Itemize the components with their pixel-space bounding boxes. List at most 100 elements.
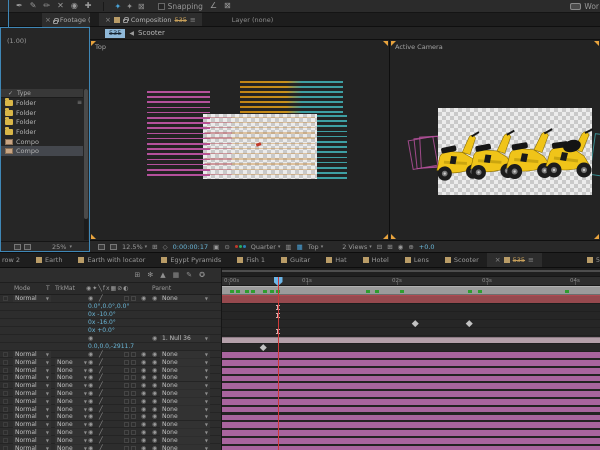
exposure-icon[interactable]: ⊕ <box>408 243 413 251</box>
layer-row[interactable]: Normal▼None▼◉╱◉◉None▼ <box>0 413 221 421</box>
mode-dropdown[interactable]: Normal▼ <box>13 437 51 444</box>
view-axis-mode[interactable]: ⊠ <box>138 2 145 11</box>
keyframe-mark[interactable] <box>263 290 267 293</box>
angle-snap-icon[interactable]: ∠ <box>210 0 217 12</box>
parent-dropdown[interactable]: None▼ <box>160 413 210 420</box>
switch-box[interactable] <box>131 446 136 450</box>
parent-pick-whip-icon[interactable]: ◉ <box>152 390 157 397</box>
parent-pick-whip-icon[interactable]: ◉ <box>152 398 157 405</box>
tab-earth-with-locator[interactable]: Earth with locator <box>70 253 153 267</box>
eraser-tool-icon[interactable]: ✕ <box>57 0 64 12</box>
switch-box[interactable] <box>124 375 129 380</box>
workspace-switcher[interactable]: Wor <box>570 2 600 11</box>
project-item[interactable]: Folder <box>1 108 83 118</box>
switch-box[interactable] <box>131 368 136 373</box>
switch-box[interactable] <box>124 296 129 301</box>
parent-pick-whip-icon[interactable]: ◉ <box>152 382 157 389</box>
tab-partial-right[interactable]: 5 <box>579 253 600 267</box>
keyframe-mark[interactable] <box>565 290 569 293</box>
parent-dropdown[interactable]: None▼ <box>160 295 210 302</box>
scrollbar-thumb[interactable] <box>84 89 88 219</box>
preview-icon[interactable] <box>24 244 31 250</box>
layer-row[interactable]: Normal▼None▼◉╱◉◉None▼ <box>0 397 221 405</box>
tab-layer[interactable]: Layer (none) <box>222 13 283 26</box>
keyframe-mark[interactable] <box>251 290 255 293</box>
trkmat-dropdown[interactable]: None▼ <box>55 359 89 366</box>
mode-dropdown[interactable]: Normal▼ <box>13 429 51 436</box>
layer-row[interactable]: Normal▼None▼◉╱◉◉None▼ <box>0 382 221 390</box>
property-row[interactable]: 0x -10.0° <box>0 311 221 319</box>
quality-icon[interactable]: ╱ <box>99 406 103 413</box>
quality-icon[interactable]: ╱ <box>99 445 103 450</box>
project-item[interactable]: Compo <box>1 146 83 156</box>
keyframe-mark[interactable] <box>375 290 379 293</box>
pick-whip-icon[interactable]: ◉ <box>141 351 146 358</box>
trkmat-dropdown[interactable]: None▼ <box>55 406 89 413</box>
footage-zoom-value[interactable]: 25% <box>52 243 66 251</box>
grid-icon[interactable]: ⊞ <box>152 243 157 251</box>
magnification-icon[interactable] <box>110 244 117 250</box>
panel-menu-icon[interactable]: ≡ <box>528 256 534 264</box>
switch-box[interactable] <box>124 352 129 357</box>
switch-box[interactable] <box>124 391 129 396</box>
eye-icon[interactable]: ◉ <box>88 295 93 302</box>
eye-icon[interactable]: ◉ <box>88 437 93 444</box>
eye-icon[interactable]: ◉ <box>88 367 93 374</box>
parent-pick-whip-icon[interactable]: ◉ <box>152 374 157 381</box>
eye-icon[interactable]: ◉ <box>88 335 93 342</box>
pick-whip-icon[interactable]: ◉ <box>141 374 146 381</box>
av-box[interactable] <box>3 352 8 357</box>
panel-menu-icon[interactable]: ≡ <box>190 16 196 24</box>
close-icon[interactable]: × <box>45 16 51 24</box>
eye-icon[interactable]: ◉ <box>88 351 93 358</box>
exposure-value[interactable]: +0.0 <box>419 243 435 251</box>
keyframe-mark[interactable] <box>270 290 274 293</box>
keyframe-mark[interactable] <box>230 290 234 293</box>
eye-icon[interactable]: ◉ <box>88 390 93 397</box>
av-box[interactable] <box>3 438 8 443</box>
tab-fish-1[interactable]: Fish 1 <box>229 253 273 267</box>
mode-dropdown[interactable]: Normal▼ <box>13 406 51 413</box>
tab-footage[interactable]: × Footage () <box>42 13 90 27</box>
layer-row[interactable]: Normal▼None▼◉╱◉◉None▼ <box>0 421 221 429</box>
eye-icon[interactable]: ◉ <box>88 445 93 450</box>
parent-pick-whip-icon[interactable]: ◉ <box>152 335 157 342</box>
trkmat-dropdown[interactable]: None▼ <box>55 374 89 381</box>
layer-row[interactable]: Normal▼None▼◉╱◉◉None▼ <box>0 374 221 382</box>
keyframe-diamond-icon[interactable] <box>412 320 418 326</box>
playhead-line[interactable] <box>278 277 279 450</box>
av-box[interactable] <box>3 422 8 427</box>
property-row[interactable]: 0.0,0.0,-2911.7 <box>0 343 221 351</box>
trkmat-dropdown[interactable]: None▼ <box>55 437 89 444</box>
parent-pick-whip-icon[interactable]: ◉ <box>152 429 157 436</box>
mode-dropdown[interactable]: Normal▼ <box>13 413 51 420</box>
mode-dropdown[interactable]: Normal▼ <box>13 445 51 450</box>
keyframe-mark[interactable] <box>245 290 249 293</box>
switch-box[interactable] <box>131 352 136 357</box>
quality-icon[interactable]: ╱ <box>99 413 103 420</box>
layer-row[interactable]: Normal▼◉╱◉◉None▼ <box>0 295 221 303</box>
mode-column-header[interactable]: Mode <box>14 285 30 292</box>
keyframe-diamond-icon[interactable] <box>466 320 472 326</box>
quality-icon[interactable]: ╱ <box>99 367 103 374</box>
null-layer-row[interactable]: ◉◉1. Null 36▼ <box>0 335 221 343</box>
layer-row[interactable]: Normal▼None▼◉╱◉◉None▼ <box>0 405 221 413</box>
keyframe-mark[interactable] <box>400 290 404 293</box>
keyframe-mark[interactable] <box>366 290 370 293</box>
parent-pick-whip-icon[interactable]: ◉ <box>152 351 157 358</box>
parent-pick-whip-icon[interactable]: ◉ <box>152 359 157 366</box>
pick-whip-icon[interactable]: ◉ <box>141 359 146 366</box>
parent-dropdown[interactable]: None▼ <box>160 398 210 405</box>
switch-box[interactable] <box>131 414 136 419</box>
project-item[interactable]: Folder <box>1 127 83 137</box>
parent-dropdown[interactable]: None▼ <box>160 359 210 366</box>
eye-icon[interactable]: ◉ <box>88 374 93 381</box>
av-box[interactable] <box>3 399 8 404</box>
mode-dropdown[interactable]: Normal▼ <box>13 390 51 397</box>
eye-icon[interactable]: ◉ <box>88 413 93 420</box>
layer-row[interactable]: Normal▼None▼◉╱◉◉None▼ <box>0 389 221 397</box>
pick-whip-icon[interactable]: ◉ <box>141 398 146 405</box>
pencil-tool-icon[interactable]: ✏ <box>43 0 50 12</box>
pick-whip-icon[interactable]: ◉ <box>141 390 146 397</box>
av-box[interactable] <box>3 296 8 301</box>
